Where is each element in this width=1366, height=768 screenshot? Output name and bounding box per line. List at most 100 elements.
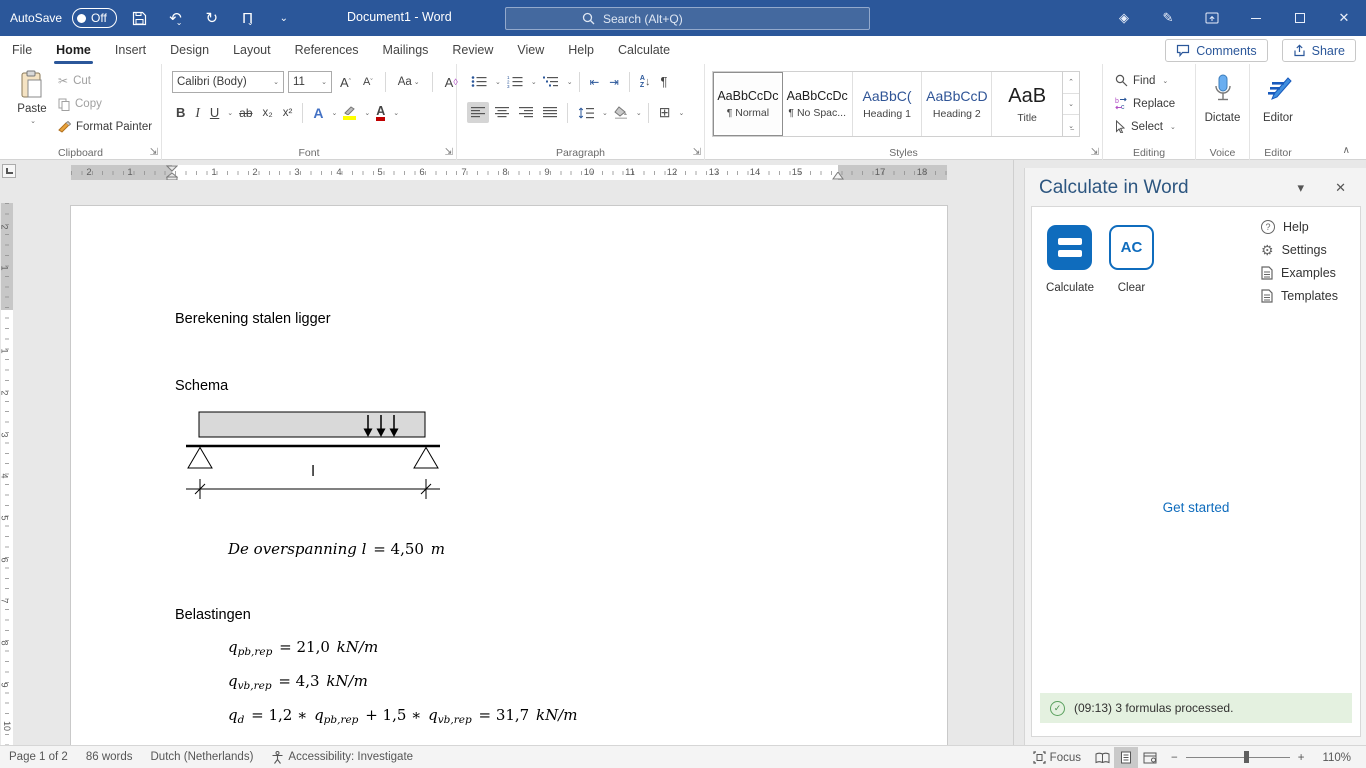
accessibility-checker[interactable]: Accessibility: Investigate [262,746,422,768]
cut-button[interactable]: ✂ Cut [58,72,152,90]
templates-link[interactable]: Templates [1261,288,1338,304]
align-center-button[interactable] [491,102,513,123]
replace-button[interactable]: bc Replace [1115,95,1176,112]
highlight-dropdown-icon[interactable]: ⌄ [364,109,370,117]
align-right-button[interactable] [515,102,537,123]
subscript-button[interactable]: x₂ [259,102,277,123]
clipboard-dialog-launcher[interactable]: ⇲ [150,148,158,158]
bold-button[interactable]: B [172,102,189,123]
print-layout-button[interactable] [1114,747,1138,768]
dictate-button[interactable]: Dictate [1196,74,1249,124]
font-size-select[interactable]: 11 ⌄ [288,71,332,93]
redo-button[interactable]: ↻ [199,5,225,31]
highlight-button[interactable] [339,102,360,123]
change-case-button[interactable]: Aa ⌄ [394,72,424,93]
zoom-out-button[interactable]: − [1162,746,1178,768]
coming-soon-diamond-button[interactable]: ◈ [1102,0,1146,36]
style-title[interactable]: AaB Title [992,72,1062,136]
align-left-button[interactable] [467,102,489,123]
page-indicator[interactable]: Page 1 of 2 [0,746,77,768]
share-button[interactable]: Share [1281,39,1356,62]
shading-button[interactable] [610,102,632,123]
bullet-list-button[interactable] [467,71,491,92]
format-painter-button[interactable]: Format Painter [58,118,152,136]
undo-button[interactable]: ↶ ⌄ [163,5,189,31]
grow-font-button[interactable]: Aˆ [336,72,355,93]
find-button[interactable]: Find ⌄ [1115,72,1176,89]
examples-link[interactable]: Examples [1261,265,1338,281]
clear-button[interactable]: AC [1109,225,1154,270]
style-normal[interactable]: AaBbCcDc ¶ Normal [713,72,783,136]
paragraph-dialog-launcher[interactable]: ⇲ [693,148,701,158]
undo-dropdown-icon[interactable]: ⌄ [176,18,183,27]
pane-options-chevron-icon[interactable]: ▾ [1297,180,1304,196]
tab-design[interactable]: Design [158,36,221,64]
styles-scroll-up-button[interactable]: ⌃ [1063,72,1080,94]
math-formula-button[interactable]: Π ⌄ [235,5,261,31]
numbered-list-dropdown-icon[interactable]: ⌄ [531,78,537,86]
tab-review[interactable]: Review [440,36,505,64]
multilevel-list-dropdown-icon[interactable]: ⌄ [567,78,573,86]
style-heading-2[interactable]: AaBbCcD Heading 2 [922,72,993,136]
underline-button[interactable]: U [206,102,223,123]
style-heading-1[interactable]: AaBbC( Heading 1 [853,72,923,136]
indent-marker[interactable] [166,165,178,180]
text-effects-button[interactable]: A [309,102,327,123]
focus-mode-button[interactable]: Focus [1024,746,1090,768]
font-dialog-launcher[interactable]: ⇲ [445,148,453,158]
styles-dialog-launcher[interactable]: ⇲ [1091,148,1099,158]
maximize-button[interactable] [1278,0,1322,36]
zoom-slider[interactable] [1185,751,1290,763]
show-formatting-button[interactable]: ¶ [656,71,671,92]
math-dropdown-icon[interactable]: ⌄ [247,18,254,27]
horizontal-ruler[interactable]: 2 1 1 2 3 4 5 6 7 8 9 10 11 12 13 14 15 … [71,165,947,180]
tab-home[interactable]: Home [44,36,103,64]
increase-indent-button[interactable]: ⇥ [605,71,623,92]
help-link[interactable]: ? Help [1261,219,1338,235]
document-page[interactable]: Berekening stalen ligger Schema l De ove… [70,205,948,745]
numbered-list-button[interactable]: 123 [503,71,527,92]
zoom-level[interactable]: 110% [1313,746,1360,768]
tab-insert[interactable]: Insert [103,36,158,64]
shading-dropdown-icon[interactable]: ⌄ [636,109,642,117]
right-indent-marker[interactable] [832,172,844,180]
decrease-indent-button[interactable]: ⇤ [586,71,604,92]
word-count[interactable]: 86 words [77,746,142,768]
comments-button[interactable]: Comments [1165,39,1268,62]
close-button[interactable]: ✕ [1322,0,1366,36]
tab-view[interactable]: View [505,36,556,64]
tab-mailings[interactable]: Mailings [371,36,441,64]
autosave-toggle[interactable]: Off [72,8,117,28]
bullet-list-dropdown-icon[interactable]: ⌄ [495,78,501,86]
minimize-button[interactable] [1234,0,1278,36]
settings-link[interactable]: ⚙ Settings [1261,242,1338,258]
read-mode-button[interactable] [1090,747,1114,768]
tab-references[interactable]: References [283,36,371,64]
get-started-link[interactable]: Get started [1032,500,1360,515]
collapse-ribbon-icon[interactable]: ∧ [1343,145,1350,156]
pane-close-icon[interactable]: ✕ [1335,180,1346,196]
underline-dropdown-icon[interactable]: ⌄ [227,109,233,117]
zoom-slider-thumb[interactable] [1243,751,1249,763]
zoom-in-button[interactable]: + [1298,746,1314,768]
font-color-button[interactable]: A [372,102,389,123]
select-button[interactable]: Select ⌄ [1115,118,1176,135]
styles-scroll-down-button[interactable]: ⌄ [1063,94,1080,116]
paste-button[interactable]: Paste ⌄ [8,70,56,125]
copy-button[interactable]: Copy [58,95,152,113]
superscript-button[interactable]: x² [279,102,297,123]
tab-calculate[interactable]: Calculate [606,36,682,64]
multilevel-list-button[interactable] [539,71,563,92]
editor-button[interactable]: Editor [1250,74,1306,124]
pen-button[interactable]: ✎ [1146,0,1190,36]
tab-layout[interactable]: Layout [221,36,283,64]
web-layout-button[interactable] [1138,747,1162,768]
styles-more-button[interactable]: ⌄̲ [1063,115,1079,136]
font-name-select[interactable]: Calibri (Body) ⌄ [172,71,284,93]
calculate-button[interactable] [1047,225,1092,270]
borders-dropdown-icon[interactable]: ⌄ [678,109,684,117]
tab-file[interactable]: File [0,36,44,64]
ribbon-display-options-button[interactable] [1190,0,1234,36]
shrink-font-button[interactable]: Aˇ [359,72,377,93]
search-input[interactable]: Search (Alt+Q) [505,7,870,30]
